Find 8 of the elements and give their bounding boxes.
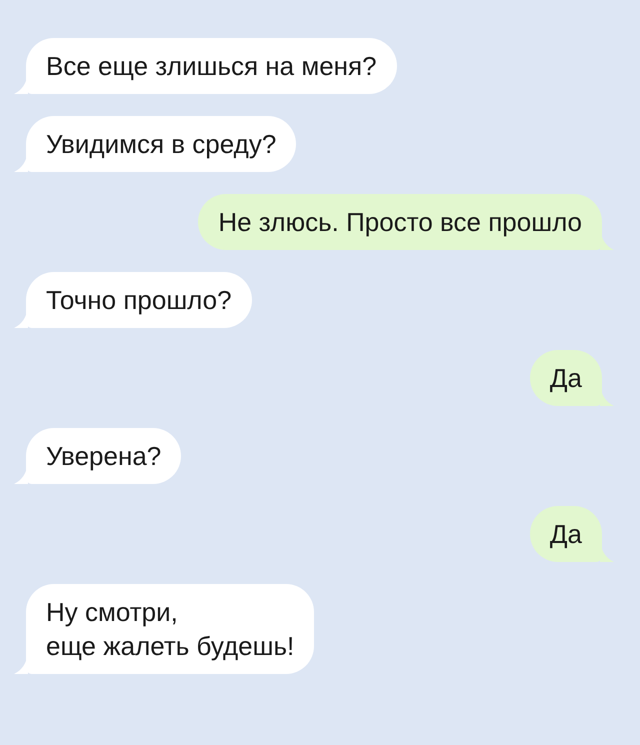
message-bubble: Уверена?	[26, 428, 182, 484]
message-bubble: Да	[530, 350, 602, 406]
message-bubble: Ну смотри, еще жалеть будешь!	[26, 584, 314, 674]
message-bubble: Точно прошло?	[26, 272, 252, 328]
message-bubble: Да	[530, 506, 602, 562]
message-bubble: Не злюсь. Просто все прошло	[198, 194, 602, 250]
message-bubble: Увидимся в среду?	[26, 116, 296, 172]
message-bubble: Все еще злишься на меня?	[26, 38, 397, 94]
